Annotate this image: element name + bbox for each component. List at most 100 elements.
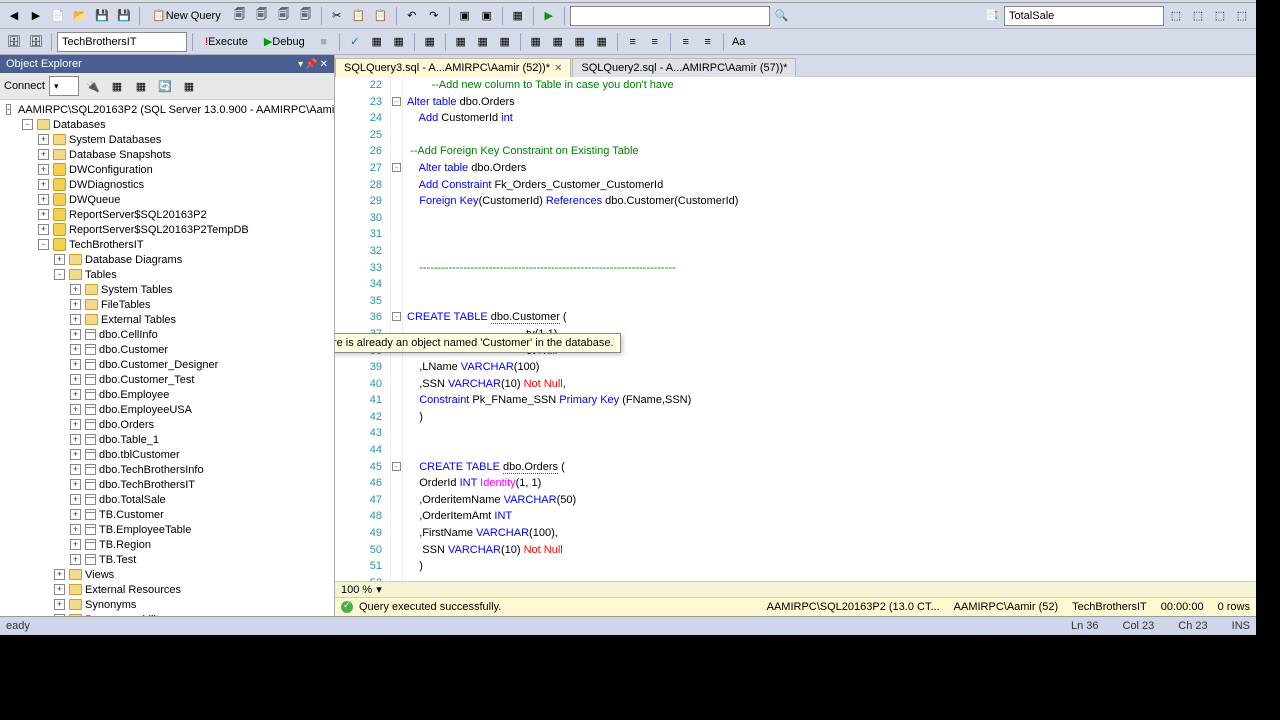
tb2-icon-13[interactable]: Aa [729, 32, 749, 52]
tb-icon-8[interactable]: 🔍 [772, 6, 792, 26]
tb-icon-2[interactable]: 🗐 [252, 6, 272, 26]
tree-node[interactable]: +dbo.TotalSale [0, 492, 334, 507]
undo-icon[interactable]: ↶ [402, 6, 422, 26]
expand-icon[interactable]: + [70, 329, 81, 340]
expand-icon[interactable]: + [70, 554, 81, 565]
tree-node[interactable]: +dbo.EmployeeUSA [0, 402, 334, 417]
tree-node[interactable]: -TechBrothersIT [0, 237, 334, 252]
exp-tool-3[interactable]: ▦ [131, 76, 151, 96]
expand-icon[interactable]: + [70, 434, 81, 445]
tree-node[interactable]: +TB.Test [0, 552, 334, 567]
fold-icon[interactable]: - [392, 312, 401, 321]
paste-icon[interactable]: 📋 [371, 6, 391, 26]
expand-icon[interactable]: + [38, 134, 49, 145]
expand-icon[interactable]: + [70, 284, 81, 295]
expand-icon[interactable]: + [38, 164, 49, 175]
stop-icon[interactable]: ■ [314, 32, 334, 52]
save-all-icon[interactable]: 💾 [114, 6, 134, 26]
tree-node[interactable]: +dbo.Customer_Test [0, 372, 334, 387]
tb-icon-4[interactable]: 🗐 [296, 6, 316, 26]
expand-icon[interactable]: - [22, 119, 33, 130]
parse-icon[interactable]: ✓ [345, 32, 365, 52]
database-combo[interactable]: TechBrothersIT [57, 32, 187, 52]
tb-icon-12[interactable]: ⬚ [1210, 6, 1230, 26]
tb2-icon-12[interactable]: ▦ [592, 32, 612, 52]
connect-combo[interactable]: ▾ [49, 76, 79, 96]
tb-icon-6[interactable]: ▣ [477, 6, 497, 26]
tree-node[interactable]: +DWConfiguration [0, 162, 334, 177]
expand-icon[interactable]: + [70, 479, 81, 490]
expand-icon[interactable]: + [38, 209, 49, 220]
expand-icon[interactable]: + [70, 494, 81, 505]
tree-node[interactable]: +External Resources [0, 582, 334, 597]
tree-node[interactable]: +Programmability [0, 612, 334, 616]
fold-icon[interactable]: - [392, 462, 401, 471]
expand-icon[interactable]: + [38, 224, 49, 235]
expand-icon[interactable]: + [70, 449, 81, 460]
tree-node[interactable]: +ReportServer$SQL20163P2TempDB [0, 222, 334, 237]
tb-icon-9[interactable]: 📑 [982, 6, 1002, 26]
forward-icon[interactable]: ▶ [26, 6, 46, 26]
exp-tool-1[interactable]: 🔌 [83, 76, 103, 96]
open-icon[interactable]: 📂 [70, 6, 90, 26]
tree-node[interactable]: +Views [0, 567, 334, 582]
expand-icon[interactable]: + [70, 509, 81, 520]
comment-icon[interactable]: ≡ [676, 32, 696, 52]
tree-node[interactable]: +System Databases [0, 132, 334, 147]
expand-icon[interactable]: + [70, 344, 81, 355]
tree-node[interactable]: +dbo.Customer_Designer [0, 357, 334, 372]
tree-node[interactable]: +Synonyms [0, 597, 334, 612]
tb2-icon-10[interactable]: ▦ [548, 32, 568, 52]
explorer-dropdown-icon[interactable]: ▾ [298, 59, 303, 70]
debug-button[interactable]: ▶ Debug [257, 32, 312, 52]
expand-icon[interactable]: - [38, 239, 49, 250]
exp-tool-4[interactable]: 🔄 [155, 76, 175, 96]
tb2-icon-4[interactable]: ▦ [389, 32, 409, 52]
tree-node[interactable]: +dbo.TechBrothersInfo [0, 462, 334, 477]
tb-icon-3[interactable]: 🗐 [274, 6, 294, 26]
tb2-icon-11[interactable]: ▦ [570, 32, 590, 52]
fold-icon[interactable]: - [392, 97, 401, 106]
expand-icon[interactable]: + [70, 464, 81, 475]
tb2-icon-8[interactable]: ▦ [495, 32, 515, 52]
zoom-dropdown-icon[interactable]: ▾ [376, 583, 382, 596]
code-lines[interactable]: --Add new column to Table in case you do… [403, 77, 1256, 581]
expand-icon[interactable]: + [70, 539, 81, 550]
tree-node[interactable]: +DWQueue [0, 192, 334, 207]
tree-node[interactable]: +dbo.Orders [0, 417, 334, 432]
zoom-level[interactable]: 100 % [341, 584, 372, 596]
cut-icon[interactable]: ✂ [327, 6, 347, 26]
tree-node[interactable]: +dbo.TechBrothersIT [0, 477, 334, 492]
expand-icon[interactable]: + [54, 569, 65, 580]
expand-icon[interactable]: + [54, 254, 65, 265]
solution-combo[interactable] [570, 6, 770, 26]
expand-icon[interactable]: + [70, 359, 81, 370]
exp-tool-5[interactable]: ▦ [179, 76, 199, 96]
tree-node[interactable]: +DWDiagnostics [0, 177, 334, 192]
tb2-icon-6[interactable]: ▦ [451, 32, 471, 52]
tb2-icon-9[interactable]: ▦ [526, 32, 546, 52]
expand-icon[interactable]: + [38, 149, 49, 160]
outdent-icon[interactable]: ≡ [645, 32, 665, 52]
tree-node[interactable]: +dbo.Table_1 [0, 432, 334, 447]
expand-icon[interactable]: + [70, 419, 81, 430]
new-icon[interactable]: 📄 [48, 6, 68, 26]
expand-icon[interactable]: + [54, 614, 65, 616]
exp-tool-2[interactable]: ▦ [107, 76, 127, 96]
expand-icon[interactable]: + [70, 374, 81, 385]
tree-node[interactable]: -Tables [0, 267, 334, 282]
tb2-icon-3[interactable]: ▦ [367, 32, 387, 52]
tab-close-icon[interactable]: ✕ [554, 63, 562, 74]
tb-icon-13[interactable]: ⬚ [1232, 6, 1252, 26]
new-query-button[interactable]: 📋 New Query [145, 6, 228, 26]
play-icon[interactable]: ▶ [539, 6, 559, 26]
explorer-close-icon[interactable]: ✕ [320, 59, 328, 70]
fold-icon[interactable]: - [392, 163, 401, 172]
tb-icon-5[interactable]: ▣ [455, 6, 475, 26]
tree-node[interactable]: +dbo.CellInfo [0, 327, 334, 342]
tree-node[interactable]: +System Tables [0, 282, 334, 297]
tb-icon-7[interactable]: ▦ [508, 6, 528, 26]
tb-icon-1[interactable]: 🗐 [230, 6, 250, 26]
tree-node[interactable]: +dbo.Employee [0, 387, 334, 402]
tree-view[interactable]: -AAMIRPC\SQL20163P2 (SQL Server 13.0.900… [0, 100, 334, 616]
